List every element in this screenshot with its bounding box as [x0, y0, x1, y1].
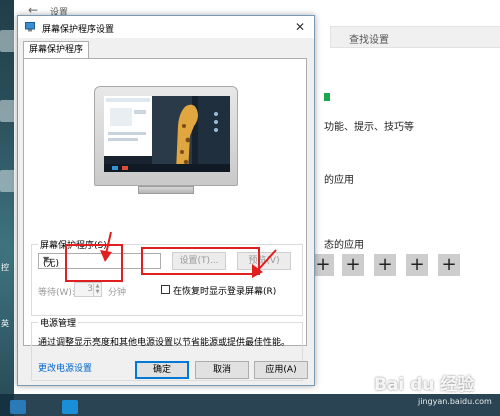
baidu-watermark: Bai du 经验: [374, 375, 475, 395]
annotation-arrows: [100, 231, 277, 278]
arrow-head-icon: [100, 250, 112, 262]
watermark-url: jingyan.baidu.com: [418, 397, 492, 406]
